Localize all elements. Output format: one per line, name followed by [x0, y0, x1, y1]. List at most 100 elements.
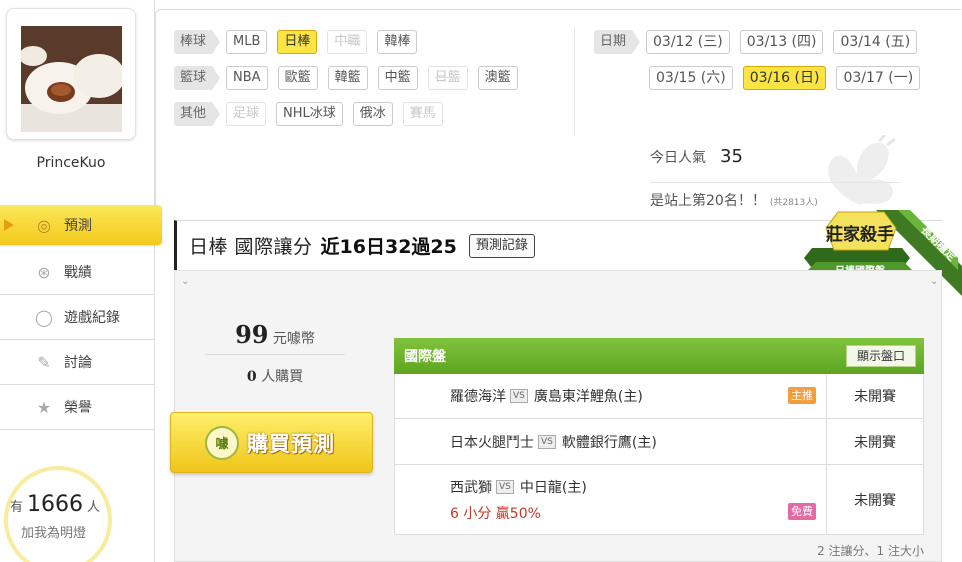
home-team: 廣島東洋鯉魚(主) — [533, 389, 643, 405]
tag-nhl[interactable]: NHL冰球 — [276, 102, 343, 126]
tag-horse-racing: 賽馬 — [402, 102, 443, 126]
price-divider — [205, 354, 345, 355]
date-label: 日期 — [594, 30, 641, 54]
teams: 羅德海洋 VS 廣島東洋鯉魚(主) — [450, 386, 826, 406]
buyers: 0 人購買 — [205, 366, 345, 386]
teams: 日本火腿鬥士 VS 軟體銀行鷹(主) — [450, 432, 826, 452]
rank: 是站上第20名！！ (共2813人) — [650, 190, 818, 210]
games-header: 國際盤 顯示盤口 — [394, 338, 924, 374]
price-unit: 元噱幣 — [272, 331, 315, 347]
buy-prediction-label: 購買預測 — [247, 431, 335, 456]
tag-cpbl: 中職 — [327, 30, 368, 54]
game-row: 羅德海洋 VS 廣島東洋鯉魚(主) 主推 未開賽 — [394, 374, 924, 419]
nav-label: 討論 — [64, 355, 92, 371]
price-value: 99 — [235, 320, 269, 349]
sidebar: PrinceKuo ◎ 預測 ⊛ 戰績 ◯ 遊戲紀錄 ✎ 討論 ★ 榮譽 有 16… — [0, 0, 162, 562]
date-0315[interactable]: 03/15 (六) — [649, 66, 733, 90]
tag-mlb[interactable]: MLB — [226, 30, 268, 54]
price: 99 元噱幣 — [205, 320, 345, 349]
game-matchup: 西武獅 VS 中日龍(主) 6 小分 贏50% 免費 — [395, 465, 826, 534]
popularity-divider — [650, 182, 900, 183]
game-row: 西武獅 VS 中日龍(主) 6 小分 贏50% 免費 未開賽 — [394, 465, 924, 535]
home-team: 軟體銀行鷹(主) — [561, 434, 657, 451]
coin-icon: 噱 — [205, 425, 239, 460]
baseball-filter-row: 棒球 MLB 日棒 中職 韓棒 — [174, 30, 427, 54]
game-status: 未開賽 — [826, 465, 923, 534]
nav-label: 遊戲紀錄 — [64, 310, 120, 326]
tag-australia-basketball[interactable]: 澳籃 — [477, 66, 518, 90]
game-status: 未開賽 — [826, 374, 923, 418]
basketball-filter-row: 籃球 NBA 歐籃 韓籃 中籃 日籃 澳籃 — [174, 66, 528, 90]
tag-japan-baseball[interactable]: 日棒 — [277, 30, 318, 54]
popularity-label: 今日人氣 — [650, 150, 706, 166]
fans-prefix: 有 — [10, 500, 24, 515]
nav-item-game-history[interactable]: ◯ 遊戲紀錄 — [0, 295, 155, 340]
nav-item-record[interactable]: ⊛ 戰績 — [0, 250, 155, 295]
date-0317[interactable]: 03/17 (一) — [836, 66, 921, 90]
chart-badge-icon: ⊛ — [37, 262, 51, 282]
tag-korea-baseball[interactable]: 韓棒 — [377, 30, 418, 54]
nav-label: 榮譽 — [64, 400, 92, 416]
games-title: 國際盤 — [404, 349, 446, 365]
tag-japan-basketball: 日籃 — [427, 66, 468, 90]
category-label: 棒球 — [174, 30, 221, 54]
tag-euro-basketball[interactable]: 歐籃 — [277, 66, 318, 90]
tag-soccer: 足球 — [226, 102, 267, 126]
free-badge: 免費 — [788, 503, 816, 520]
tag-nba[interactable]: NBA — [226, 66, 268, 90]
chat-pen-icon: ✎ — [37, 352, 51, 372]
category-label: 其他 — [174, 102, 221, 126]
side-nav: ◎ 預測 ⊛ 戰績 ◯ 遊戲紀錄 ✎ 討論 ★ 榮譽 — [0, 205, 162, 430]
teams: 西武獅 VS 中日龍(主) — [450, 477, 826, 497]
date-0314[interactable]: 03/14 (五) — [833, 30, 918, 54]
games-table: 國際盤 顯示盤口 羅德海洋 VS 廣島東洋鯉魚(主) 主推 未開賽 日本火腿鬥士… — [394, 338, 924, 535]
rank-text: 是站上第20名！！ — [650, 193, 766, 209]
away-team: 西武獅 — [450, 479, 492, 496]
date-filter-row-2: 03/15 (六) 03/16 (日) 03/17 (一) — [649, 66, 930, 90]
buy-prediction-button[interactable]: 噱 購買預測 — [170, 412, 373, 473]
avatar-frame[interactable] — [6, 8, 136, 140]
tag-china-basketball[interactable]: 中籃 — [377, 66, 418, 90]
date-filter-row-1: 日期 03/12 (三) 03/13 (四) 03/14 (五) — [594, 30, 927, 54]
date-0316[interactable]: 03/16 (日) — [742, 66, 827, 90]
username[interactable]: PrinceKuo — [0, 155, 142, 171]
game-matchup: 日本火腿鬥士 VS 軟體銀行鷹(主) — [395, 419, 826, 464]
pin-icon: ⌄ — [930, 276, 939, 287]
vs-icon: VS — [510, 389, 528, 403]
butterfly-decoration-icon — [828, 135, 896, 205]
avatar[interactable] — [21, 26, 122, 132]
nav-item-honor[interactable]: ★ 榮譽 — [0, 385, 155, 430]
record-button[interactable]: 預測記錄 — [468, 233, 535, 258]
home-team: 中日龍(主) — [519, 479, 587, 496]
nav-item-predict[interactable]: ◎ 預測 — [0, 205, 162, 245]
vs-icon: VS — [496, 479, 514, 494]
vs-icon: VS — [538, 434, 556, 449]
pin-icon: ⌄ — [181, 276, 190, 287]
emblem-title: 莊家殺手 — [826, 224, 894, 245]
filter-divider — [574, 28, 575, 136]
date-0313[interactable]: 03/13 (四) — [739, 30, 824, 54]
popularity: 今日人氣 35 — [650, 146, 743, 167]
show-odds-button[interactable]: 顯示盤口 — [845, 345, 916, 367]
prediction-title: 日棒 國際讓分 — [189, 236, 313, 258]
fans-number: 1666 — [27, 492, 84, 517]
bets-summary: 2 注讓分、1 注大小 — [817, 544, 924, 558]
prediction-result: 6 小分 贏50% — [450, 505, 541, 522]
away-team: 日本火腿鬥士 — [450, 434, 534, 451]
game-matchup: 羅德海洋 VS 廣島東洋鯉魚(主) 主推 — [395, 374, 826, 418]
date-0312[interactable]: 03/12 (三) — [646, 30, 730, 54]
tag-russia-hockey[interactable]: 俄冰 — [352, 102, 393, 126]
buyers-unit: 人購買 — [261, 369, 304, 385]
follow-link[interactable]: 加我為明燈 — [21, 522, 86, 541]
away-team: 羅德海洋 — [450, 389, 506, 405]
buyers-count: 0 — [246, 369, 257, 385]
nav-label: 戰績 — [64, 265, 92, 281]
main-pick-badge: 主推 — [788, 387, 816, 404]
popularity-value: 35 — [720, 146, 743, 167]
ring-icon: ◯ — [35, 307, 53, 327]
tag-korea-basketball[interactable]: 韓籃 — [327, 66, 368, 90]
filter-panel: 棒球 MLB 日棒 中職 韓棒 籃球 NBA 歐籃 韓籃 中籃 日籃 澳籃 其他… — [155, 9, 961, 209]
nav-label: 預測 — [64, 218, 92, 234]
nav-item-discussion[interactable]: ✎ 討論 — [0, 340, 155, 385]
other-filter-row: 其他 足球 NHL冰球 俄冰 賽馬 — [174, 102, 453, 126]
